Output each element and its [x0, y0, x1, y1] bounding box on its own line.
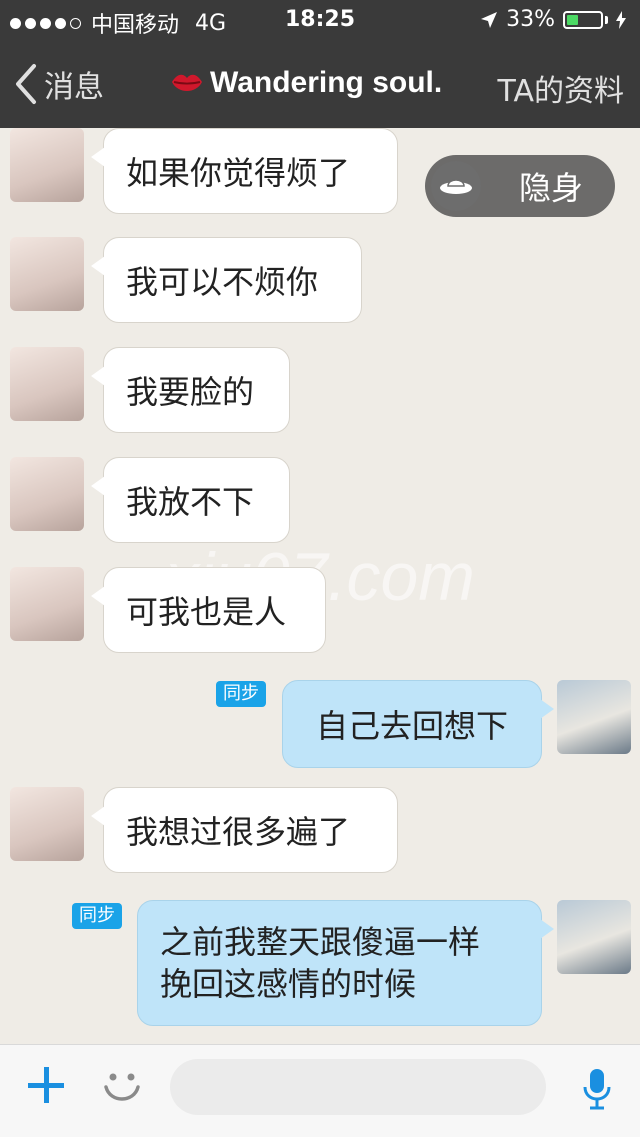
message-text: 我要脸的 [126, 373, 255, 411]
message-bubble[interactable]: 可我也是人 [91, 567, 326, 653]
message-text-line: 挽回这感情的时候 [160, 965, 417, 1003]
message-text: 我想过很多遍了 [126, 813, 351, 851]
message-text: 如果你觉得烦了 [126, 154, 351, 192]
message-text: 我可以不烦你 [126, 263, 319, 301]
message-bubble[interactable]: 自己去回想下 [282, 680, 554, 768]
status-bar: 中国移动 4G 18:25 33% [0, 0, 640, 40]
charging-icon [616, 10, 626, 29]
message-text: 自己去回想下 [315, 707, 508, 745]
microphone-icon[interactable] [582, 1067, 612, 1111]
sync-badge: 同步 [216, 681, 266, 707]
chat-title: Wandering soul. [170, 66, 442, 100]
avatar[interactable] [10, 128, 84, 202]
emoji-icon[interactable] [100, 1063, 144, 1107]
avatar[interactable] [10, 567, 84, 641]
message-input[interactable] [170, 1059, 546, 1115]
sync-badge: 同步 [72, 903, 122, 929]
message-text: 可我也是人 [126, 593, 287, 631]
message-text: 我放不下 [126, 483, 255, 521]
nav-bar: 消息 Wandering soul. TA的资料 [0, 40, 640, 128]
ufo-icon [431, 161, 481, 211]
message-bubble[interactable]: 我要脸的 [91, 347, 290, 433]
hide-toggle-button[interactable]: 隐身 [425, 155, 615, 217]
input-bar [0, 1044, 640, 1137]
location-arrow-icon [481, 11, 498, 28]
chat-title-text: Wandering soul. [210, 66, 443, 99]
chat-area[interactable]: xiu07.com 如果你觉得烦了 隐身 我可以不烦你 我要脸的 我放不下 可我… [0, 128, 640, 1044]
profile-link[interactable]: TA的资料 [497, 66, 624, 110]
message-bubble[interactable]: 如果你觉得烦了 [91, 128, 398, 214]
lips-icon [172, 74, 202, 91]
message-bubble[interactable]: 我可以不烦你 [91, 237, 362, 323]
back-button[interactable]: 消息 [14, 62, 104, 106]
hide-toggle-label: 隐身 [519, 169, 584, 207]
battery-percent: 33% [506, 7, 555, 32]
avatar[interactable] [10, 347, 84, 421]
avatar[interactable] [10, 787, 84, 861]
back-chevron-icon [16, 64, 36, 104]
avatar[interactable] [557, 900, 631, 974]
avatar[interactable] [557, 680, 631, 754]
back-label: 消息 [44, 70, 104, 105]
battery-tip [605, 15, 608, 24]
battery-icon [563, 10, 603, 29]
avatar[interactable] [10, 457, 84, 531]
avatar[interactable] [10, 237, 84, 311]
message-bubble[interactable]: 我想过很多遍了 [91, 787, 398, 873]
message-bubble[interactable]: 之前我整天跟傻逼一样 挽回这感情的时候 [137, 900, 554, 1026]
plus-icon[interactable] [28, 1067, 64, 1103]
message-text-line: 之前我整天跟傻逼一样 [160, 923, 481, 961]
message-bubble[interactable]: 我放不下 [91, 457, 290, 543]
